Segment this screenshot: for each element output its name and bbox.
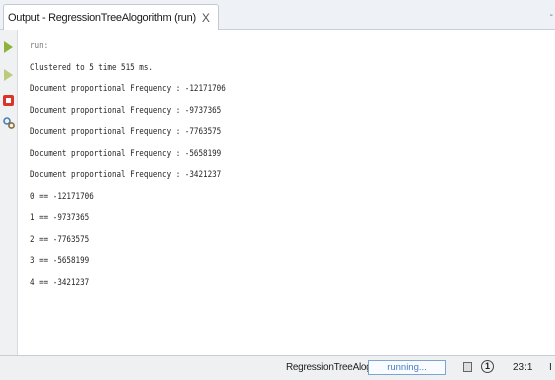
console-line: 2 == -7763575: [30, 234, 90, 245]
rerun-button[interactable]: [2, 40, 15, 53]
notifications-icon[interactable]: [463, 362, 472, 372]
tabbar-overflow-marker: -: [549, 10, 553, 21]
stop-icon: [3, 95, 14, 106]
tab-close-icon[interactable]: X: [202, 12, 210, 24]
rerun-with-options-icon: [4, 68, 13, 81]
stop-button[interactable]: [2, 94, 15, 107]
settings-button[interactable]: [2, 116, 15, 129]
status-bar: RegressionTreeAlogorithm (run) running..…: [0, 355, 555, 380]
console-line: 0 == -12171706: [30, 191, 94, 202]
task-progress-bar[interactable]: running...: [368, 360, 446, 375]
console-line: Document proportional Frequency : -34212…: [30, 170, 222, 180]
rerun-with-options-button[interactable]: [2, 68, 15, 81]
output-tab-bar: Output - RegressionTreeAlogorithm (run) …: [0, 0, 555, 30]
output-console[interactable]: run: Clustered to 5 time 515 ms. Documen…: [30, 40, 550, 298]
console-line: Document proportional Frequency : -77635…: [30, 127, 222, 137]
settings-icon: [2, 116, 15, 129]
caret-position: 23:1: [513, 362, 533, 373]
console-line: Document proportional Frequency : -12171…: [30, 84, 226, 94]
console-line: Document proportional Frequency : -56581…: [30, 148, 222, 159]
rerun-icon: [4, 40, 13, 53]
console-line: run:: [30, 41, 49, 51]
info-badge-icon[interactable]: 1: [481, 360, 494, 373]
console-line: 4 == -3421237: [30, 277, 90, 288]
console-line: Document proportional Frequency : -97373…: [30, 105, 222, 116]
insert-mode-indicator: I: [549, 362, 552, 373]
output-tab-title: Output - RegressionTreeAlogorithm (run): [8, 11, 196, 24]
console-line: Clustered to 5 time 515 ms.: [30, 62, 153, 73]
console-line: 1 == -9737365: [30, 213, 90, 223]
output-tab[interactable]: Output - RegressionTreeAlogorithm (run) …: [3, 4, 219, 30]
output-toolbar: [0, 30, 18, 355]
console-line: 3 == -5658199: [30, 256, 90, 266]
